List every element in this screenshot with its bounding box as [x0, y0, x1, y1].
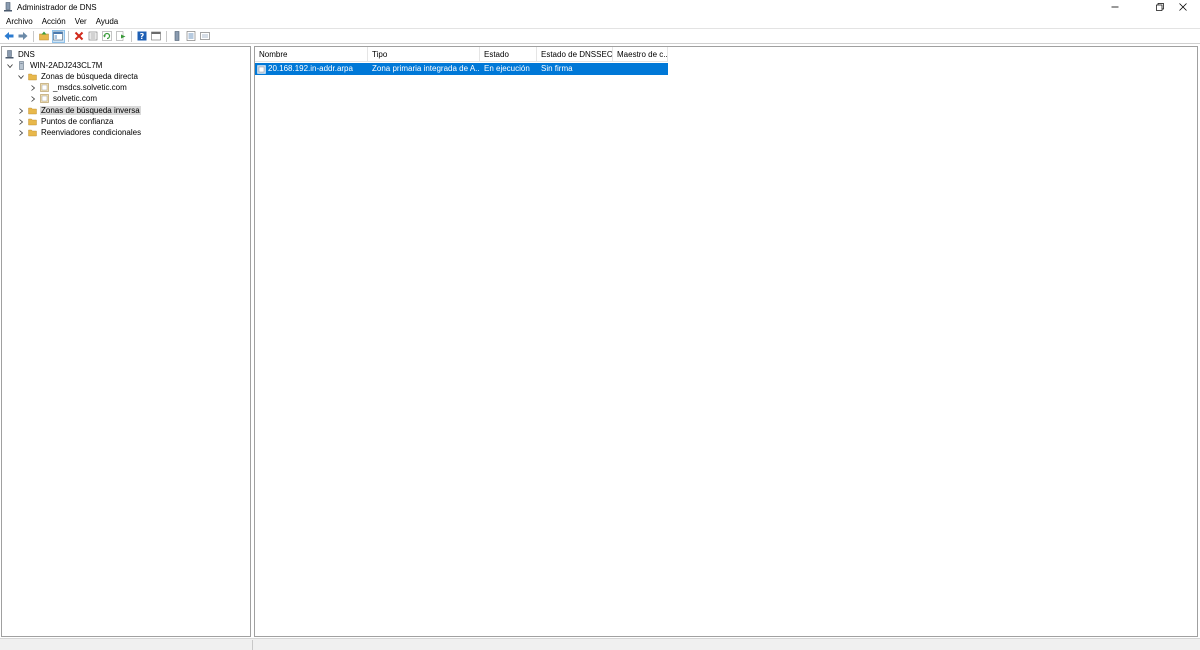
close-button[interactable] — [1166, 0, 1200, 14]
tree-item-label: _msdcs.solvetic.com — [53, 83, 127, 92]
tree-item-trust-points[interactable]: Puntos de confianza — [17, 116, 115, 127]
tree-item-dns[interactable]: DNS — [5, 49, 36, 60]
help-button[interactable]: ? — [137, 31, 148, 42]
folder-icon — [28, 128, 37, 137]
menu-ayuda[interactable]: Ayuda — [93, 17, 122, 26]
back-icon — [4, 32, 14, 40]
restore-icon — [1156, 3, 1164, 11]
chevron-down-icon[interactable] — [6, 62, 14, 70]
column-header-dnssec[interactable]: Estado de DNSSEC — [537, 47, 613, 62]
tree-item-solvetic-zone[interactable]: solvetic.com — [29, 93, 98, 104]
tree-item-label: Zonas de búsqueda directa — [41, 72, 138, 81]
zone-name: 20.168.192.in-addr.arpa — [268, 64, 353, 73]
toolbar-separator — [33, 30, 34, 42]
chevron-down-icon[interactable] — [17, 73, 25, 81]
server-icon — [17, 61, 26, 70]
minimize-button[interactable] — [1098, 0, 1132, 14]
console-view-button[interactable] — [151, 31, 162, 42]
back-button[interactable] — [4, 31, 15, 42]
menu-ver[interactable]: Ver — [72, 17, 90, 26]
table-row[interactable]: 20.168.192.in-addr.arpa Zona primaria in… — [255, 63, 668, 75]
tree-item-msdcs-zone[interactable]: _msdcs.solvetic.com — [29, 82, 128, 93]
server-icon — [174, 31, 180, 41]
export-list-button[interactable] — [116, 31, 127, 42]
forward-button[interactable] — [18, 31, 29, 42]
status-bar — [0, 638, 1200, 650]
show-hide-console-tree-button[interactable] — [51, 29, 65, 43]
tree-item-conditional-forwarders[interactable]: Reenviadores condicionales — [17, 127, 142, 138]
dns-manager-icon — [3, 2, 13, 12]
tree-item-server[interactable]: WIN-2ADJ243CL7M — [6, 60, 103, 71]
help-icon: ? — [137, 31, 147, 41]
menu-accion[interactable]: Acción — [39, 17, 69, 26]
chevron-right-icon[interactable] — [17, 107, 25, 115]
list-header: Nombre Tipo Estado Estado de DNSSEC Maes… — [255, 47, 668, 62]
column-header-maestro[interactable]: Maestro de c... — [613, 47, 668, 62]
tree-item-label: WIN-2ADJ243CL7M — [30, 61, 103, 70]
toolbar-separator — [131, 30, 132, 42]
folder-icon — [28, 72, 37, 81]
up-folder-icon — [39, 31, 49, 41]
zone-icon — [40, 94, 49, 103]
chevron-right-icon[interactable] — [29, 95, 37, 103]
svg-text:?: ? — [140, 32, 145, 41]
export-list-icon — [116, 31, 126, 41]
toolbar-separator — [68, 30, 69, 42]
properties-icon — [88, 31, 98, 41]
reverse-zone-icon — [257, 64, 266, 74]
folder-icon — [28, 117, 37, 126]
tree-item-label: solvetic.com — [53, 94, 98, 103]
show-hide-console-tree-icon — [53, 31, 63, 41]
cell-maestro — [613, 63, 668, 75]
menu-bar: Archivo Acción Ver Ayuda — [0, 14, 1200, 28]
chevron-right-icon[interactable] — [17, 118, 25, 126]
cell-estado: En ejecución — [484, 64, 530, 73]
title-bar: Administrador de DNS — [0, 0, 1200, 14]
minimize-icon — [1111, 6, 1119, 8]
tree-item-reverse-zones[interactable]: Zonas de búsqueda inversa — [17, 105, 141, 116]
delete-icon — [74, 31, 84, 41]
server-button[interactable] — [172, 31, 183, 42]
tree-item-label: Puntos de confianza — [41, 117, 114, 126]
status-divider — [252, 640, 253, 650]
chevron-right-icon[interactable] — [29, 84, 37, 92]
refresh-button[interactable] — [102, 31, 113, 42]
menu-archivo[interactable]: Archivo — [3, 17, 36, 26]
close-icon — [1179, 3, 1187, 11]
cell-dnssec: Sin firma — [541, 64, 573, 73]
console-tree: DNS WIN-2ADJ243CL7M Zonas de búsqueda di… — [1, 46, 251, 637]
folder-icon — [28, 106, 37, 115]
tree-item-label: Zonas de búsqueda inversa — [40, 106, 141, 115]
tree-item-label: DNS — [18, 50, 35, 59]
list-view-icon — [186, 31, 196, 41]
column-header-nombre[interactable]: Nombre — [255, 47, 368, 62]
window-title: Administrador de DNS — [17, 2, 97, 12]
toolbar: ? — [0, 28, 1200, 44]
tree-item-forward-zones[interactable]: Zonas de búsqueda directa — [17, 71, 139, 82]
refresh-icon — [102, 31, 112, 41]
tree-item-label: Reenviadores condicionales — [41, 128, 142, 137]
zone-view-icon — [200, 32, 210, 40]
up-level-button[interactable] — [39, 31, 50, 42]
dns-icon — [5, 50, 14, 59]
results-list: Nombre Tipo Estado Estado de DNSSEC Maes… — [254, 46, 1198, 637]
forward-icon — [18, 32, 28, 40]
column-header-estado[interactable]: Estado — [480, 47, 537, 62]
properties-button[interactable] — [88, 31, 99, 42]
list-view-button[interactable] — [186, 31, 197, 42]
cell-tipo: Zona primaria integrada de A... — [372, 64, 480, 73]
delete-button[interactable] — [74, 31, 85, 42]
column-header-tipo[interactable]: Tipo — [368, 47, 480, 62]
toolbar-separator — [166, 30, 167, 42]
zone-icon — [40, 83, 49, 92]
console-view-icon — [151, 31, 161, 41]
chevron-right-icon[interactable] — [17, 129, 25, 137]
cell-nombre: 20.168.192.in-addr.arpa — [255, 63, 368, 75]
zone-view-button[interactable] — [200, 31, 211, 42]
